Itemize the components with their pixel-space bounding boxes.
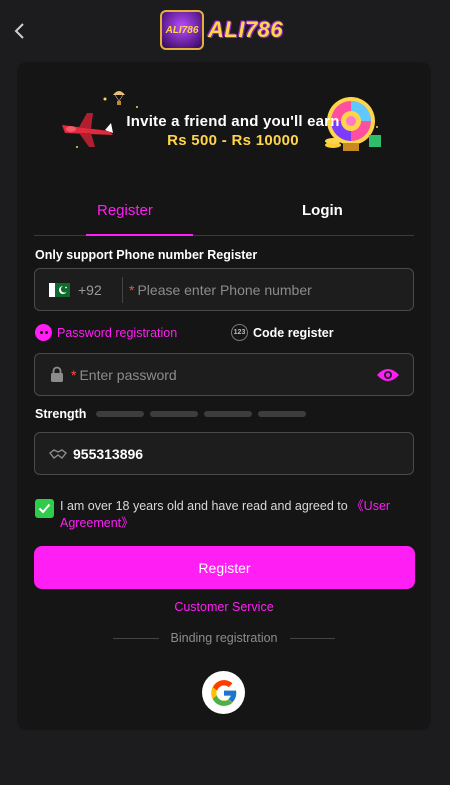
code-register-label: Code register (253, 325, 334, 340)
plane-icon (62, 113, 113, 147)
divider-line (289, 637, 336, 639)
invite-code-field (34, 432, 414, 475)
strength-segment (204, 411, 253, 417)
tab-register[interactable]: Register (97, 202, 153, 219)
password-registration-option[interactable]: Password registration (35, 324, 177, 341)
banner-title: Invite a friend and you'll earn (126, 113, 340, 130)
divider-line (113, 637, 159, 639)
binding-registration: Binding registration (113, 631, 336, 645)
google-login-button[interactable] (202, 671, 245, 714)
tab-login[interactable]: Login (302, 202, 343, 219)
banner-amount: Rs 500 - Rs 10000 (167, 132, 299, 149)
strength-segment (150, 411, 199, 417)
phone-field: +92 * (34, 268, 414, 311)
invite-banner[interactable]: Invite a friend and you'll earn Rs 500 -… (57, 87, 392, 162)
logo: ALI786 ALI786 (160, 10, 283, 50)
customer-service-link[interactable]: Customer Service (17, 600, 431, 614)
register-button[interactable]: Register (34, 546, 415, 589)
code-123-icon: 123 (231, 324, 248, 341)
auth-tabs: Register Login (34, 190, 414, 236)
pakistan-flag-icon[interactable] (49, 282, 70, 297)
password-registration-label: Password registration (57, 325, 178, 340)
country-code[interactable]: +92 (78, 282, 116, 298)
password-dots-icon (35, 324, 52, 341)
active-tab-indicator (86, 234, 193, 236)
strength-segment (258, 411, 307, 417)
agreement-checkbox[interactable] (35, 499, 54, 518)
password-strength: Strength (35, 407, 312, 421)
agreement-text: I am over 18 years old and have read and… (60, 499, 391, 530)
registration-method: Password registration 123 Code register (35, 324, 415, 344)
phone-input[interactable] (134, 281, 413, 298)
binding-registration-label: Binding registration (170, 631, 278, 645)
header: ALI786 ALI786 (0, 0, 450, 62)
invite-code-input[interactable] (67, 445, 413, 462)
code-register-option[interactable]: 123 Code register (231, 324, 334, 341)
field-divider (122, 276, 123, 303)
phone-section-label: Only support Phone number Register (35, 248, 258, 262)
agreement-row: I am over 18 years old and have read and… (35, 498, 415, 532)
lock-icon (49, 365, 65, 385)
logo-text: ALI786 (208, 17, 284, 42)
strength-label: Strength (35, 407, 87, 421)
handshake-icon (49, 447, 67, 461)
password-field: * (34, 353, 414, 396)
password-input[interactable] (76, 366, 375, 383)
eye-icon[interactable] (375, 365, 401, 385)
google-icon (210, 679, 236, 706)
logo-badge: ALI786 (160, 10, 204, 50)
strength-segment (96, 411, 145, 417)
register-card: Invite a friend and you'll earn Rs 500 -… (17, 62, 431, 730)
back-arrow-icon[interactable] (8, 18, 30, 44)
